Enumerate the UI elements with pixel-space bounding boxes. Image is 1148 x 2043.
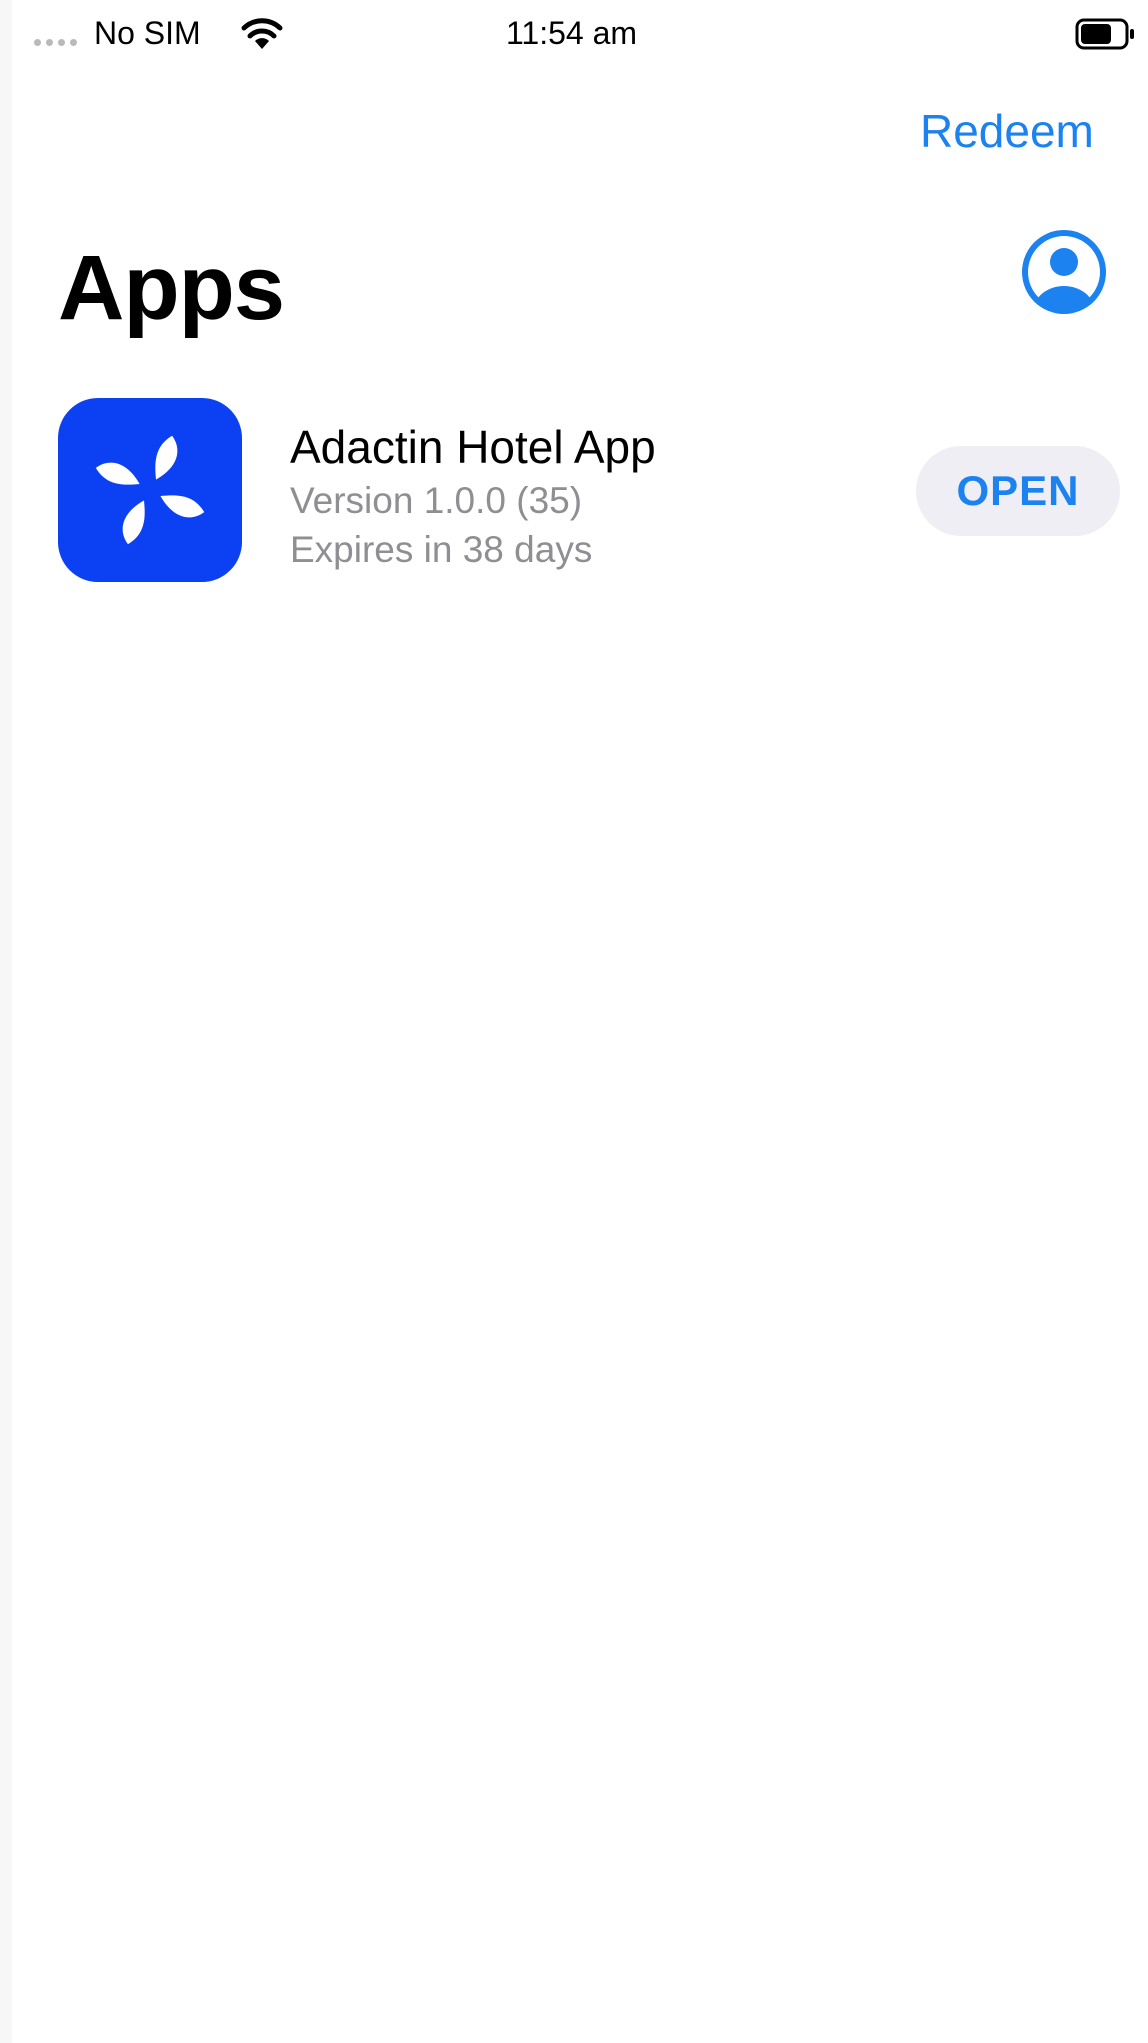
testflight-apps-screen: No SIM 11:54 am Redeem Apps Adactin Hote… (12, 0, 1148, 2043)
signal-dots-icon (34, 39, 77, 46)
app-list-item[interactable]: Adactin Hotel App Version 1.0.0 (35) Exp… (12, 398, 1148, 588)
battery-icon (1075, 18, 1134, 50)
redeem-button[interactable]: Redeem (920, 104, 1094, 158)
status-bar: No SIM 11:54 am (12, 0, 1148, 70)
app-version: Version 1.0.0 (35) (290, 480, 583, 521)
adactin-app-icon (58, 398, 242, 582)
open-button[interactable]: OPEN (916, 446, 1120, 536)
wifi-icon (241, 18, 283, 49)
page-title: Apps (58, 237, 285, 339)
app-logo-icon (95, 435, 205, 545)
clock: 11:54 am (506, 15, 638, 51)
app-expiry: Expires in 38 days (290, 529, 593, 570)
carrier-label: No SIM (94, 15, 201, 51)
app-name: Adactin Hotel App (290, 421, 656, 473)
person-circle-icon[interactable] (1016, 224, 1112, 320)
